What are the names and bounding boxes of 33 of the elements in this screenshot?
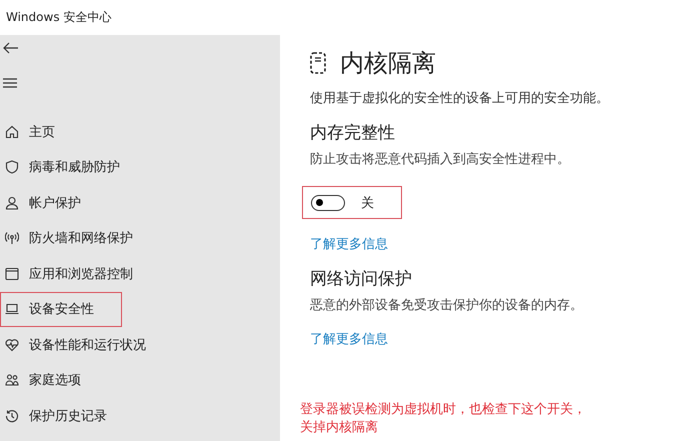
page-title: 内核隔离 (340, 48, 436, 79)
home-icon (5, 124, 19, 139)
window-title: Windows 安全中心 (6, 9, 112, 26)
section-heading: 内存完整性 (310, 122, 396, 144)
annotation-note: 登录器被误检测为虚拟机时，也检查下这个开关， 关掉内核隔离 (300, 401, 586, 437)
page-description: 使用基于虚拟化的安全性的设备上可用的安全功能。 (310, 90, 610, 107)
back-icon[interactable] (3, 42, 19, 54)
section-description: 恶意的外部设备免受攻击保护你的设备的内存。 (310, 297, 584, 314)
heart-icon (5, 338, 19, 352)
sidebar-item[interactable]: 应用和浏览器控制 (0, 256, 140, 292)
learn-more-link[interactable]: 了解更多信息 (310, 235, 388, 253)
family-icon (5, 373, 19, 388)
sidebar-item[interactable]: 设备性能和运行状况 (0, 327, 153, 362)
sidebar-item[interactable]: 病毒和威胁防护 (0, 150, 127, 185)
person-icon (5, 196, 19, 210)
toggle-switch[interactable] (311, 194, 345, 210)
sidebar-item[interactable]: 帐户保护 (0, 185, 122, 220)
toggle-label: 关 (361, 194, 374, 212)
chip-icon (310, 52, 326, 74)
history-icon (5, 408, 19, 423)
section-heading: 网络访问保护 (310, 268, 413, 290)
learn-more-link[interactable]: 了解更多信息 (310, 330, 388, 348)
antenna-icon (5, 231, 19, 246)
sidebar-item[interactable]: 防火墙和网络保护 (0, 220, 140, 256)
sidebar-item[interactable]: 保护历史记录 (0, 398, 122, 434)
sidebar-item[interactable]: 设备安全性 (0, 292, 122, 327)
section-description: 防止攻击将恶意代码插入到高安全性进程中。 (310, 151, 571, 168)
menu-icon[interactable] (3, 78, 17, 88)
shield-icon (5, 160, 19, 174)
window-icon (5, 266, 19, 281)
laptop-icon (5, 302, 19, 316)
sidebar-item[interactable]: 主页 (0, 114, 122, 150)
sidebar-item[interactable]: 家庭选项 (0, 362, 122, 398)
